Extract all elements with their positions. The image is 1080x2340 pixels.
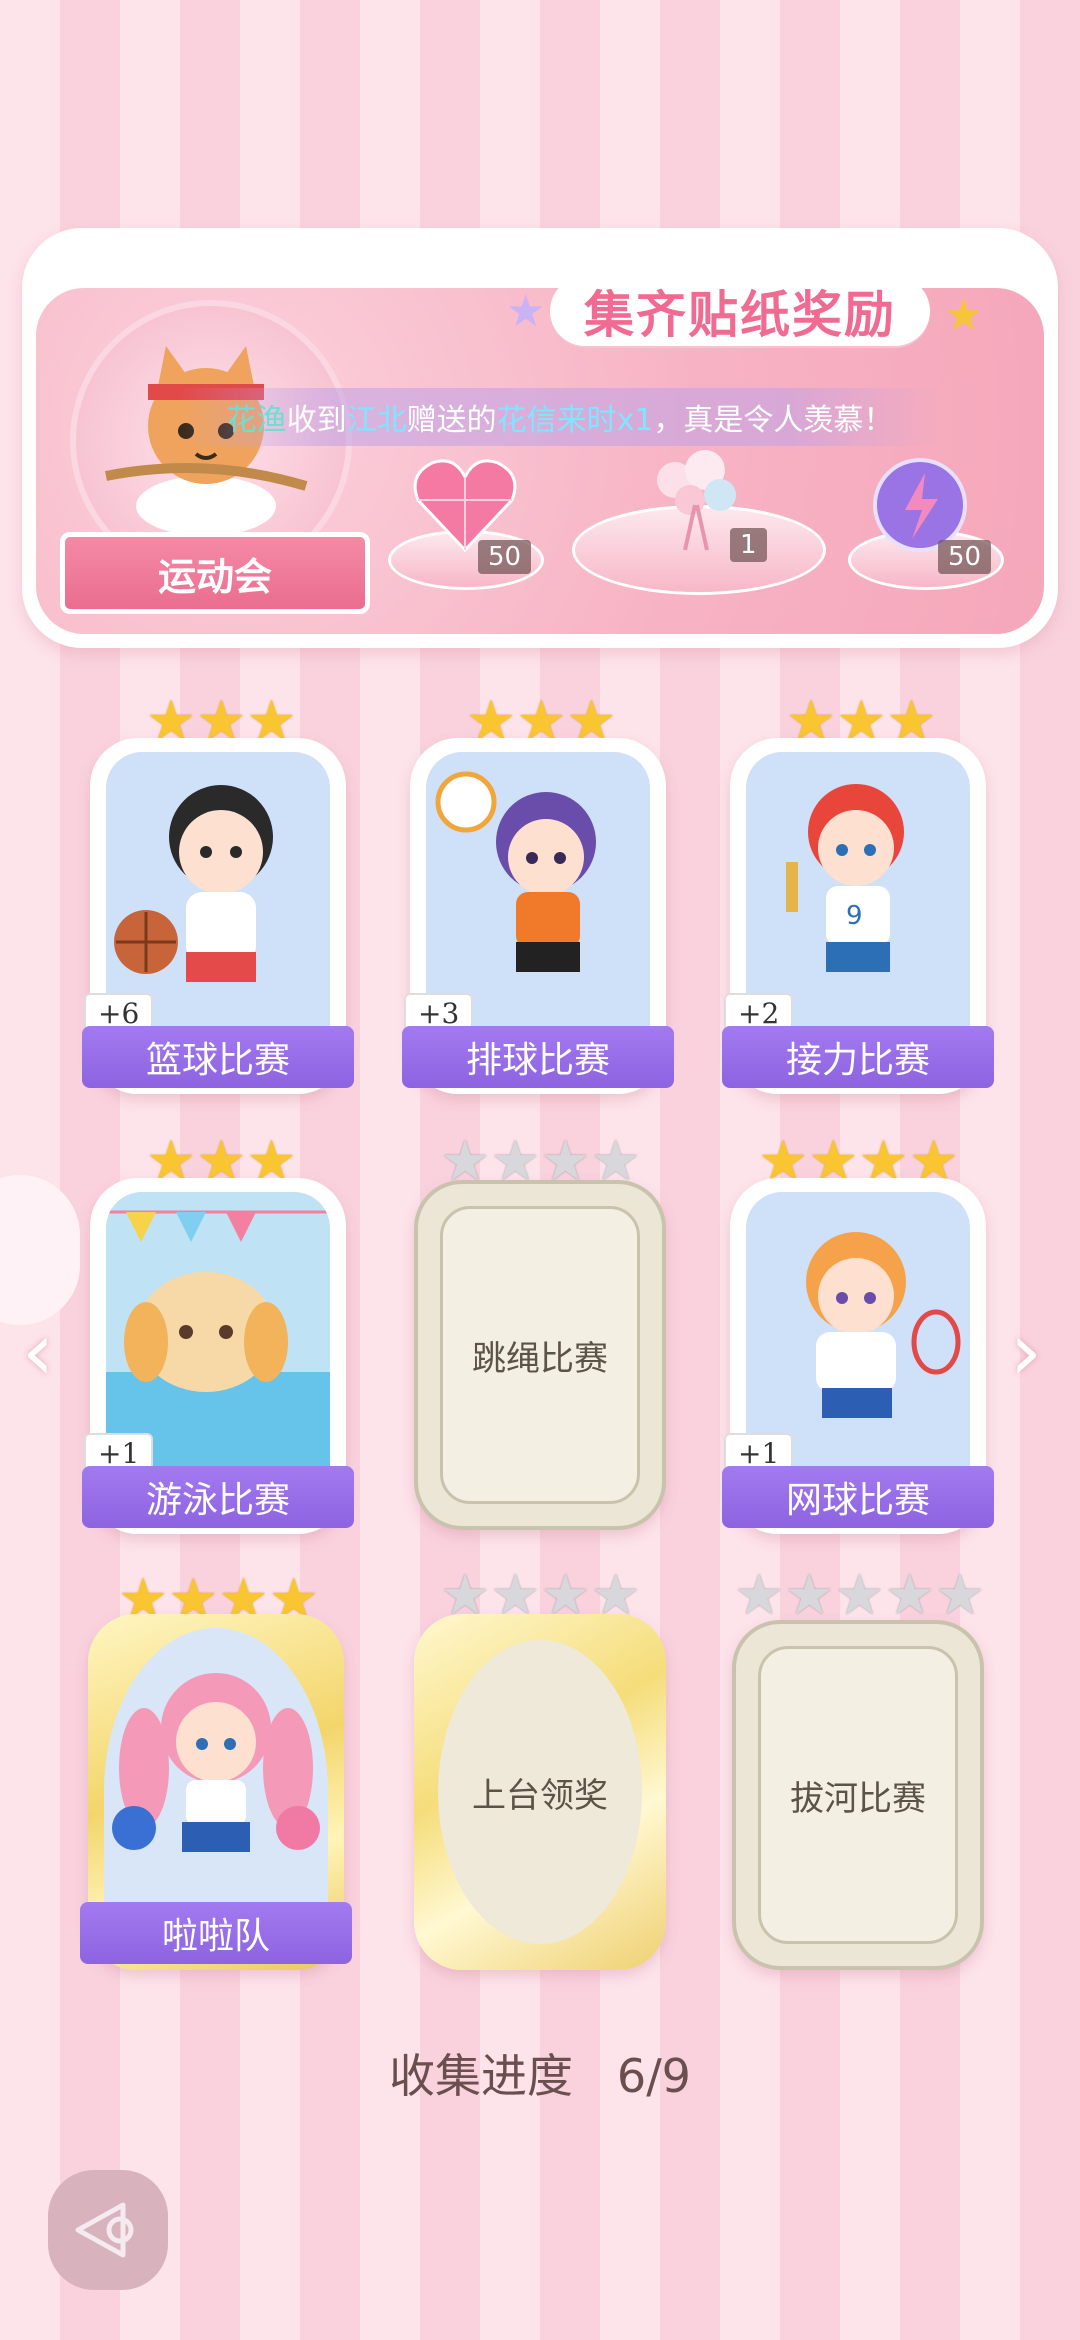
back-button[interactable] (48, 2170, 168, 2290)
side-decoration (0, 1175, 80, 1325)
notice-name-1: 花渔 (226, 403, 287, 438)
card-name: 拔河比赛 (790, 1778, 926, 1819)
sticker-card[interactable]: 拔河比赛 (732, 1620, 984, 1970)
star-rating: ★ ★ ★ ★ ★ (734, 1563, 986, 1628)
sticker-card[interactable]: +1 游泳比赛 (82, 1178, 354, 1534)
card-name: 篮球比赛 (82, 1026, 354, 1088)
card-name: 游泳比赛 (82, 1466, 354, 1528)
svg-text:9: 9 (846, 901, 863, 931)
card-name: 啦啦队 (80, 1902, 352, 1964)
broadcast-notice: 花渔 收到 江北 赠送的 花信来时x1 ，真是令人羡慕！ (180, 388, 940, 446)
sticker-card[interactable]: +6 篮球比赛 (82, 738, 354, 1094)
notice-text-2: 赠送的 (406, 403, 497, 438)
card-name: 网球比赛 (722, 1466, 994, 1528)
notice-text-3: ，真是令人羡慕！ (653, 403, 894, 438)
sticker-card[interactable]: +1 网球比赛 (722, 1178, 994, 1534)
card-name: 接力比赛 (722, 1026, 994, 1088)
reward-count: 50 (938, 540, 992, 574)
card-placeholder: 拔河比赛 (758, 1646, 958, 1944)
notice-text-1: 收到 (286, 403, 347, 438)
reward-count: 50 (478, 540, 532, 574)
prev-page-arrow[interactable]: ‹ (22, 1305, 54, 1398)
notice-item: 花信来时x1 (496, 403, 654, 438)
card-name: 排球比赛 (402, 1026, 674, 1088)
next-page-arrow[interactable]: › (1010, 1305, 1042, 1398)
event-label: 运动会 (60, 532, 370, 614)
card-placeholder: 跳绳比赛 (440, 1206, 640, 1504)
sticker-card[interactable]: 9 +2 接力比赛 (722, 738, 994, 1094)
back-arrow-icon (75, 2202, 134, 2258)
reward-count: 1 (730, 528, 767, 562)
banner-title: 集齐贴纸奖励 (550, 276, 930, 346)
sticker-card[interactable]: +3 排球比赛 (402, 738, 674, 1094)
card-name: 跳绳比赛 (472, 1338, 608, 1379)
sticker-card[interactable]: 啦啦队 (80, 1614, 352, 1970)
card-placeholder: 上台领奖 (438, 1640, 642, 1944)
progress-label: 收集进度 (389, 2049, 574, 2103)
progress-value: 6/9 (616, 2049, 691, 2103)
collection-progress: 收集进度 6/9 (0, 2040, 1080, 2106)
card-name: 上台领奖 (472, 1775, 608, 1816)
sticker-card[interactable]: 跳绳比赛 (414, 1180, 666, 1530)
gold-star-icon: ★ (944, 290, 984, 341)
notice-name-2: 江北 (346, 403, 407, 438)
purple-star-icon: ★ (506, 286, 546, 337)
sticker-card[interactable]: 上台领奖 (414, 1614, 666, 1970)
